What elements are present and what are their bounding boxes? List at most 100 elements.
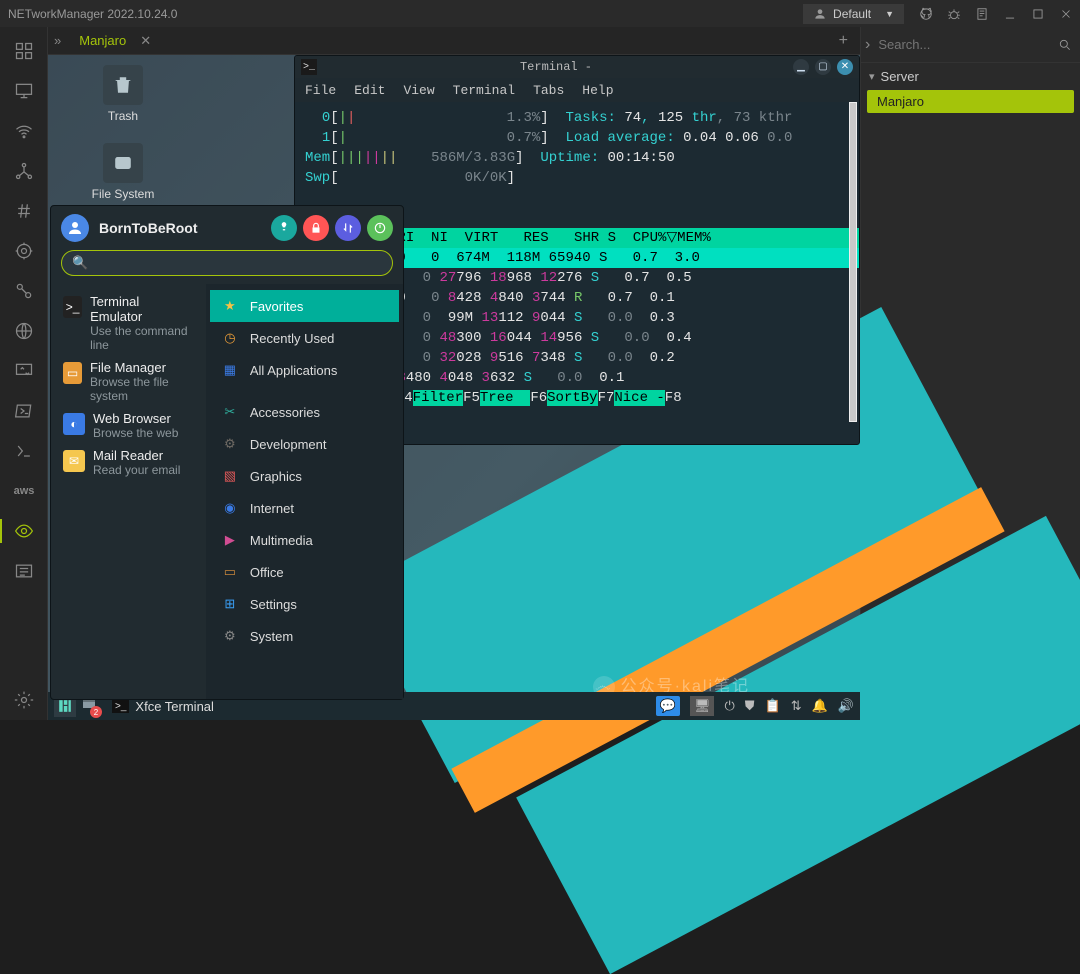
terminal-close[interactable]: ✕ (837, 59, 853, 75)
favorites-list: >_Terminal EmulatorUse the command line▭… (51, 284, 206, 699)
cat-item[interactable]: ▭Office (210, 556, 399, 588)
user-avatar[interactable] (61, 214, 89, 242)
cat-item[interactable]: ⊞Settings (210, 588, 399, 620)
minimize-button[interactable] (996, 0, 1024, 27)
logout-action-icon[interactable] (367, 215, 393, 241)
terminal-task-icon: >_ (112, 700, 129, 713)
desktop-fs-label: File System (92, 187, 155, 201)
profile-label: Default (833, 7, 871, 21)
rail-monitor[interactable] (0, 71, 48, 111)
rail-settings[interactable] (0, 680, 48, 720)
menu-help[interactable]: Help (582, 83, 613, 98)
terminal-app-icon: >_ (301, 59, 317, 75)
tray-volume-icon[interactable]: 🔊 (838, 698, 854, 714)
bug-icon[interactable] (940, 0, 968, 27)
profile-dropdown[interactable]: Default ▼ (803, 4, 904, 24)
rail-terminal[interactable] (0, 431, 48, 471)
server-item-manjaro[interactable]: Manjaro (867, 90, 1074, 113)
terminal-maximize[interactable]: ▢ (815, 59, 831, 75)
rail-transfer[interactable] (0, 351, 48, 391)
settings-action-icon[interactable] (271, 215, 297, 241)
menu-file[interactable]: File (305, 83, 336, 98)
cat-item[interactable]: ▧Graphics (210, 460, 399, 492)
rail-aws[interactable]: aws (0, 471, 48, 511)
cat-item[interactable]: ⚙System (210, 620, 399, 652)
cat-item[interactable]: ▶Multimedia (210, 524, 399, 556)
cat-item[interactable]: ▦All Applications (210, 354, 399, 386)
chevron-down-icon: ▾ (869, 70, 875, 83)
category-list: ★Favorites◷Recently Used▦All Application… (206, 284, 403, 699)
tab-manjaro[interactable]: Manjaro ✕ (71, 27, 163, 54)
rail-link[interactable] (0, 271, 48, 311)
terminal-titlebar[interactable]: >_ Terminal - ▁ ▢ ✕ (295, 56, 859, 78)
app-item[interactable]: >_Terminal EmulatorUse the command line (55, 290, 202, 356)
taskbar-item-label: Xfce Terminal (135, 699, 214, 714)
maximize-button[interactable] (1024, 0, 1052, 27)
docs-icon[interactable] (968, 0, 996, 27)
cat-item[interactable]: ◉Internet (210, 492, 399, 524)
cat-item[interactable]: ⚙Development (210, 428, 399, 460)
switch-user-icon[interactable] (335, 215, 361, 241)
user-name: BornToBeRoot (99, 220, 198, 236)
titlebar: NETworkManager 2022.10.24.0 Default ▼ (0, 0, 1080, 27)
tray-clipboard-icon[interactable]: 📋 (765, 698, 781, 714)
tab-label: Manjaro (79, 33, 126, 48)
application-menu: BornToBeRoot 🔍 >_Terminal EmulatorUse th… (50, 205, 404, 700)
drive-icon (112, 152, 134, 174)
server-search-input[interactable] (878, 37, 1054, 52)
rail-eye[interactable] (0, 511, 48, 551)
tab-close-icon[interactable]: ✕ (136, 33, 155, 49)
close-button[interactable] (1052, 0, 1080, 27)
app-item[interactable]: ◐Web BrowserBrowse the web (55, 407, 202, 444)
tray-network-icon[interactable]: ⇅ (791, 698, 802, 714)
person-icon (813, 7, 827, 21)
notification-badge: 2 (90, 706, 102, 718)
desktop-trash[interactable]: Trash (88, 65, 158, 123)
search-icon: 🔍 (72, 255, 88, 271)
app-item[interactable]: ▭File ManagerBrowse the file system (55, 356, 202, 407)
trash-icon (112, 74, 134, 96)
tray-bell-icon[interactable]: 🔔 (812, 698, 828, 714)
desktop-trash-label: Trash (108, 109, 138, 123)
cat-item[interactable]: ✂Accessories (210, 396, 399, 428)
rail-network[interactable] (0, 151, 48, 191)
menu-tabs[interactable]: Tabs (533, 83, 564, 98)
menu-view[interactable]: View (403, 83, 434, 98)
tray-display-icon[interactable]: 🖥 (690, 696, 715, 716)
tab-bar: » Manjaro ✕ + (48, 27, 860, 55)
rail-powershell[interactable] (0, 391, 48, 431)
rail-globe[interactable] (0, 311, 48, 351)
menu-edit[interactable]: Edit (354, 83, 385, 98)
sidebar-rail: aws (0, 27, 48, 720)
rail-news[interactable] (0, 551, 48, 591)
tray-power-icon[interactable]: ⏻ (724, 698, 734, 714)
rail-wifi[interactable] (0, 111, 48, 151)
tray-shield-icon[interactable]: ⛊ (745, 698, 755, 714)
chevron-down-icon: ▼ (885, 9, 894, 19)
app-item[interactable]: ✉Mail ReaderRead your email (55, 444, 202, 481)
rail-hash[interactable] (0, 191, 48, 231)
server-tree-header[interactable]: ▾ Server (861, 63, 1080, 90)
terminal-minimize[interactable]: ▁ (793, 59, 809, 75)
app-title: NETworkManager 2022.10.24.0 (8, 7, 177, 21)
app-search-input[interactable] (94, 256, 382, 271)
rail-target[interactable] (0, 231, 48, 271)
add-tab-button[interactable]: + (833, 32, 854, 50)
desktop-filesystem[interactable]: File System (88, 143, 158, 201)
cat-item[interactable]: ◷Recently Used (210, 322, 399, 354)
remote-viewport: Trash File System >_ Terminal - ▁ ▢ ✕ Fi… (48, 55, 860, 720)
terminal-menu: File Edit View Terminal Tabs Help (295, 78, 859, 102)
rail-dashboard[interactable] (0, 31, 48, 71)
terminal-scrollbar[interactable] (849, 102, 857, 422)
collapse-right-icon[interactable]: › (865, 36, 870, 54)
lock-action-icon[interactable] (303, 215, 329, 241)
app-search[interactable]: 🔍 (61, 250, 393, 276)
cat-item[interactable]: ★Favorites (210, 290, 399, 322)
tray-chat-icon[interactable]: 💬 (656, 696, 680, 716)
github-icon[interactable] (912, 0, 940, 27)
menu-terminal[interactable]: Terminal (453, 83, 515, 98)
terminal-title: Terminal - (325, 60, 787, 74)
expand-tabs-icon[interactable]: » (54, 33, 61, 48)
search-go-icon[interactable] (1054, 31, 1076, 58)
server-header-label: Server (881, 69, 919, 84)
